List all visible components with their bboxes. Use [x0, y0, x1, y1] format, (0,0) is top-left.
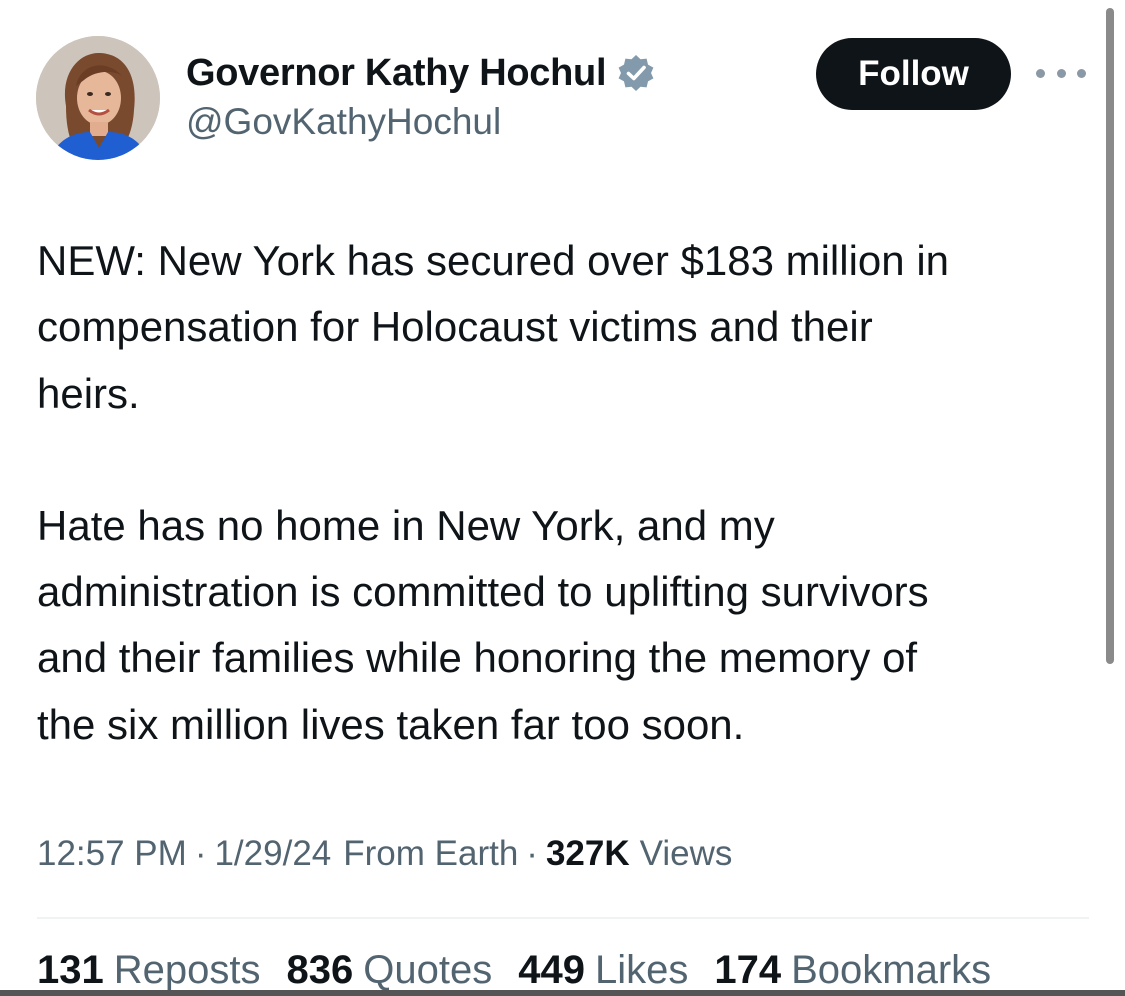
tweet-source: From Earth	[343, 834, 519, 873]
more-options-icon[interactable]	[1036, 58, 1086, 88]
stat-count: 174	[714, 948, 782, 992]
tweet-line: heirs.	[37, 369, 140, 417]
stat-label: Likes	[594, 948, 689, 992]
tweet-view: Governor Kathy Hochul @GovKathyHochul Fo…	[0, 0, 1125, 996]
tweet-line: and their families while honoring the me…	[37, 634, 918, 682]
bottom-edge	[0, 990, 1125, 996]
engagement-stats: 131 Reposts 836 Quotes 449 Likes 174 Bookmar…	[37, 948, 1017, 993]
tweet-time[interactable]: 12:57 PM	[37, 834, 187, 874]
tweet-meta: 12:57 PM · 1/29/24 From Earth · 327K Vie…	[37, 834, 732, 874]
more-dot	[1036, 68, 1045, 78]
verified-badge-icon[interactable]	[616, 53, 656, 93]
divider	[37, 917, 1089, 919]
stat-quotes[interactable]: 836 Quotes	[287, 948, 493, 993]
stat-likes[interactable]: 449 Likes	[518, 948, 688, 993]
stat-count: 449	[518, 948, 585, 992]
views-label: Views	[639, 834, 733, 873]
more-dot	[1077, 68, 1086, 78]
tweet-line: compensation for Holocaust victims and t…	[37, 303, 873, 351]
stat-reposts[interactable]: 131 Reposts	[37, 948, 261, 993]
profile-photo	[36, 36, 160, 160]
meta-separator: ·	[526, 834, 538, 873]
views-count: 327K	[545, 834, 630, 873]
author-name-row: Governor Kathy Hochul	[186, 50, 656, 96]
author-handle[interactable]: @GovKathyHochul	[186, 101, 501, 143]
follow-button[interactable]: Follow	[816, 38, 1011, 110]
scrollbar[interactable]	[1106, 8, 1114, 664]
tweet-line: administration is committed to uplifting…	[37, 568, 929, 616]
stat-count: 131	[37, 948, 104, 992]
tweet-text: NEW: New York has secured over $183 mill…	[37, 228, 1102, 758]
tweet-date[interactable]: 1/29/24	[214, 834, 331, 874]
tweet-line: Hate has no home in New York, and my	[37, 501, 775, 549]
stat-bookmarks[interactable]: 174 Bookmarks	[714, 948, 991, 993]
avatar[interactable]	[36, 36, 160, 160]
display-name[interactable]: Governor Kathy Hochul	[186, 52, 607, 95]
tweet-line: the six million lives taken far too soon…	[37, 700, 745, 748]
tweet-line: NEW: New York has secured over $183 mill…	[37, 237, 950, 284]
meta-separator: ·	[194, 834, 207, 873]
more-dot	[1056, 68, 1066, 78]
stat-label: Reposts	[113, 948, 261, 992]
stat-count: 836	[286, 948, 354, 992]
stat-label: Quotes	[363, 948, 493, 992]
stat-label: Bookmarks	[791, 948, 992, 992]
